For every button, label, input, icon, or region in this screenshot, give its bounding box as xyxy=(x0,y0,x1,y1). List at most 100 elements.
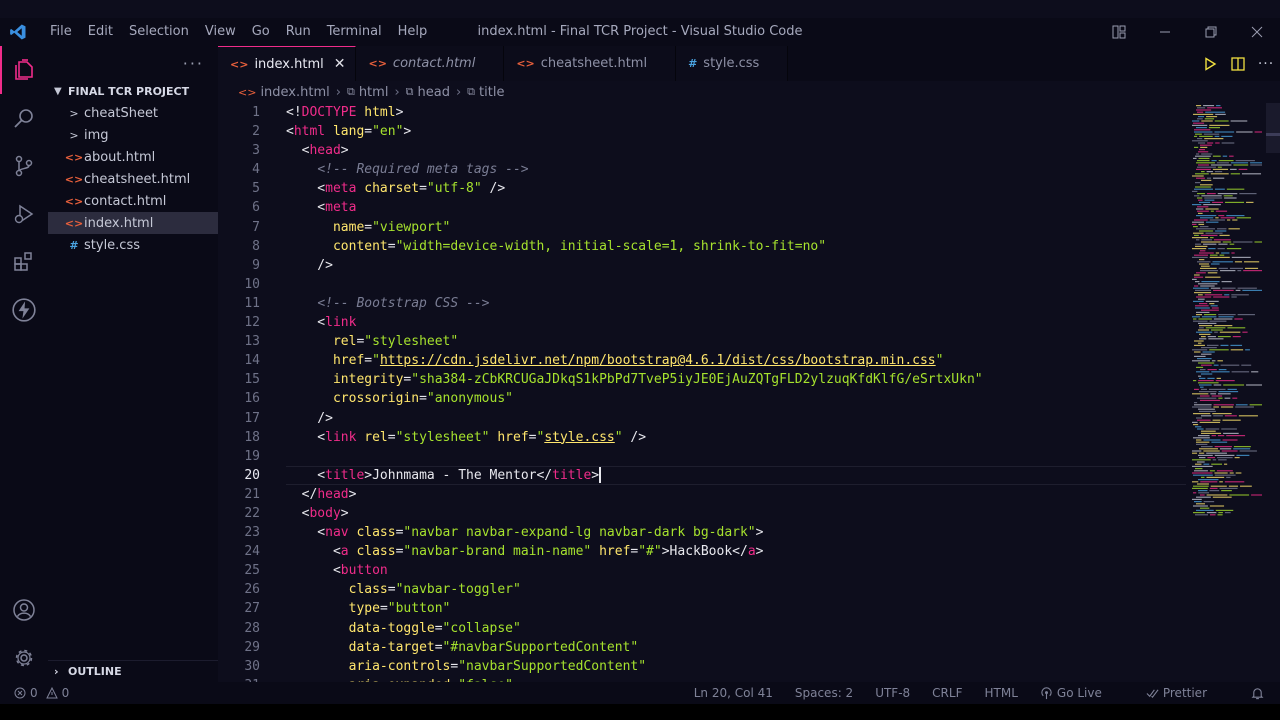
minimap-line xyxy=(1201,241,1221,243)
code-token: = xyxy=(364,353,373,369)
thunder-client-icon[interactable] xyxy=(0,286,48,334)
notifications-bell-icon[interactable] xyxy=(1251,687,1264,700)
minimap-line xyxy=(1218,391,1239,393)
tab-label: contact.html xyxy=(392,56,476,71)
minimap-line xyxy=(1206,116,1218,118)
minimap-line xyxy=(1226,435,1246,437)
source-control-icon[interactable] xyxy=(0,142,48,190)
extensions-icon[interactable] xyxy=(0,238,48,286)
code-line: 7 name="viewport" xyxy=(218,218,1193,237)
close-tab-icon[interactable]: ✕ xyxy=(334,56,346,72)
minimap-line xyxy=(1194,340,1204,342)
code-token: "navbar navbar-expand-lg navbar-dark bg-… xyxy=(403,525,756,541)
minimap-line xyxy=(1212,496,1232,498)
menu-terminal[interactable]: Terminal xyxy=(319,18,390,46)
code-token: aria-controls xyxy=(348,658,451,674)
minimap-line xyxy=(1196,215,1217,217)
minimap-line xyxy=(1206,512,1217,514)
code-token: class xyxy=(356,525,396,541)
breadcrumb-item[interactable]: index.html xyxy=(260,85,329,100)
more-actions-icon[interactable]: ··· xyxy=(1252,56,1280,72)
menu-edit[interactable]: Edit xyxy=(80,18,121,46)
file-tree-item[interactable]: # style.css xyxy=(48,234,218,256)
tab-cheatsheet-html[interactable]: <> cheatsheet.html xyxy=(504,46,677,81)
search-icon[interactable] xyxy=(0,94,48,142)
menu-file[interactable]: File xyxy=(42,18,80,46)
end-of-line[interactable]: CRLF xyxy=(932,686,962,700)
code-token: a xyxy=(747,544,756,560)
code-line: 24 <a class="navbar-brand main-name" hre… xyxy=(218,542,1193,561)
minimap-line xyxy=(1242,331,1248,333)
layout-toggle-icon[interactable] xyxy=(1096,18,1142,46)
minimap-line xyxy=(1200,184,1213,186)
file-tree-item[interactable]: > cheatSheet xyxy=(48,102,218,124)
minimap-line xyxy=(1193,320,1208,322)
editor-scrollbar[interactable] xyxy=(1266,103,1280,682)
minimap-line xyxy=(1250,162,1262,164)
minimap-line xyxy=(1210,393,1217,395)
explorer-more-actions-icon[interactable]: ··· xyxy=(48,46,218,80)
cursor-position[interactable]: Ln 20, Col 41 xyxy=(694,686,773,700)
scrollbar-thumb[interactable] xyxy=(1266,103,1280,153)
file-tree-item[interactable]: <> index.html xyxy=(48,212,218,234)
minimap-line xyxy=(1219,234,1230,236)
code-editor[interactable]: 1 <!DOCTYPE html> 2 <html lang="en"> 3 <head… xyxy=(218,103,1193,682)
minimap-line xyxy=(1196,311,1210,313)
outline-section-header[interactable]: › OUTLINE xyxy=(48,660,218,682)
explorer-icon[interactable] xyxy=(0,46,48,94)
minimap-line xyxy=(1204,197,1223,199)
language-mode[interactable]: HTML xyxy=(984,686,1017,700)
settings-gear-icon[interactable] xyxy=(0,634,48,682)
close-window-icon[interactable] xyxy=(1234,18,1280,46)
menu-selection[interactable]: Selection xyxy=(121,18,197,46)
go-live-button[interactable]: Go Live xyxy=(1040,686,1124,700)
menu-run[interactable]: Run xyxy=(278,18,319,46)
code-line: 26 class="navbar-toggler" xyxy=(218,580,1193,599)
code-line: 18 <link rel="stylesheet" href="style.cs… xyxy=(218,428,1193,447)
split-editor-icon[interactable] xyxy=(1224,56,1252,71)
tab-label: cheatsheet.html xyxy=(540,56,648,71)
file-tree-item[interactable]: > img xyxy=(48,124,218,146)
indentation[interactable]: Spaces: 2 xyxy=(795,686,853,700)
restore-icon[interactable] xyxy=(1188,18,1234,46)
run-debug-icon[interactable] xyxy=(0,190,48,238)
file-tree-item[interactable]: <> about.html xyxy=(48,146,218,168)
html-file-icon: <> xyxy=(64,194,84,208)
minimap-line xyxy=(1232,336,1241,338)
tab-index-html[interactable]: <> index.html ✕ xyxy=(218,46,357,81)
minimap-line xyxy=(1242,289,1262,291)
minimap-line xyxy=(1228,485,1239,487)
problems-indicator[interactable]: 0 0 xyxy=(0,686,69,700)
breadcrumb-item[interactable]: html xyxy=(359,85,389,100)
minimap-line xyxy=(1197,397,1217,399)
code-token: > xyxy=(755,544,764,560)
run-file-icon[interactable] xyxy=(1196,56,1224,71)
minimap-line xyxy=(1199,135,1213,137)
minimize-icon[interactable] xyxy=(1142,18,1188,46)
minimap-line xyxy=(1201,446,1213,448)
project-folder-header[interactable]: ▼ FINAL TCR PROJECT xyxy=(48,80,218,102)
menu-view[interactable]: View xyxy=(197,18,244,46)
file-tree-item[interactable]: <> cheatsheet.html xyxy=(48,168,218,190)
minimap-line xyxy=(1214,120,1229,122)
minimap[interactable] xyxy=(1188,103,1266,523)
account-icon[interactable] xyxy=(0,586,48,634)
minimap-line xyxy=(1216,162,1229,164)
code-token: rel xyxy=(332,334,357,350)
file-tree-item[interactable]: <> contact.html xyxy=(48,190,218,212)
editor-tab-bar: <> index.html ✕ <> contact.html <> cheatsheet.… xyxy=(218,46,1280,81)
tab-style-css[interactable]: # style.css xyxy=(676,46,789,81)
go-live-label: Go Live xyxy=(1056,686,1102,700)
minimap-line xyxy=(1192,349,1208,351)
menu-help[interactable]: Help xyxy=(390,18,436,46)
minimap-line xyxy=(1199,333,1211,335)
breadcrumb-item[interactable]: title xyxy=(479,85,504,100)
code-line: 27 type="button" xyxy=(218,599,1193,618)
minimap-line xyxy=(1209,254,1218,256)
file-encoding[interactable]: UTF-8 xyxy=(875,686,910,700)
breadcrumb-item[interactable]: head xyxy=(418,85,450,100)
prettier-button[interactable]: Prettier xyxy=(1146,686,1229,700)
menu-go[interactable]: Go xyxy=(244,18,278,46)
tab-contact-html[interactable]: <> contact.html xyxy=(356,46,505,81)
